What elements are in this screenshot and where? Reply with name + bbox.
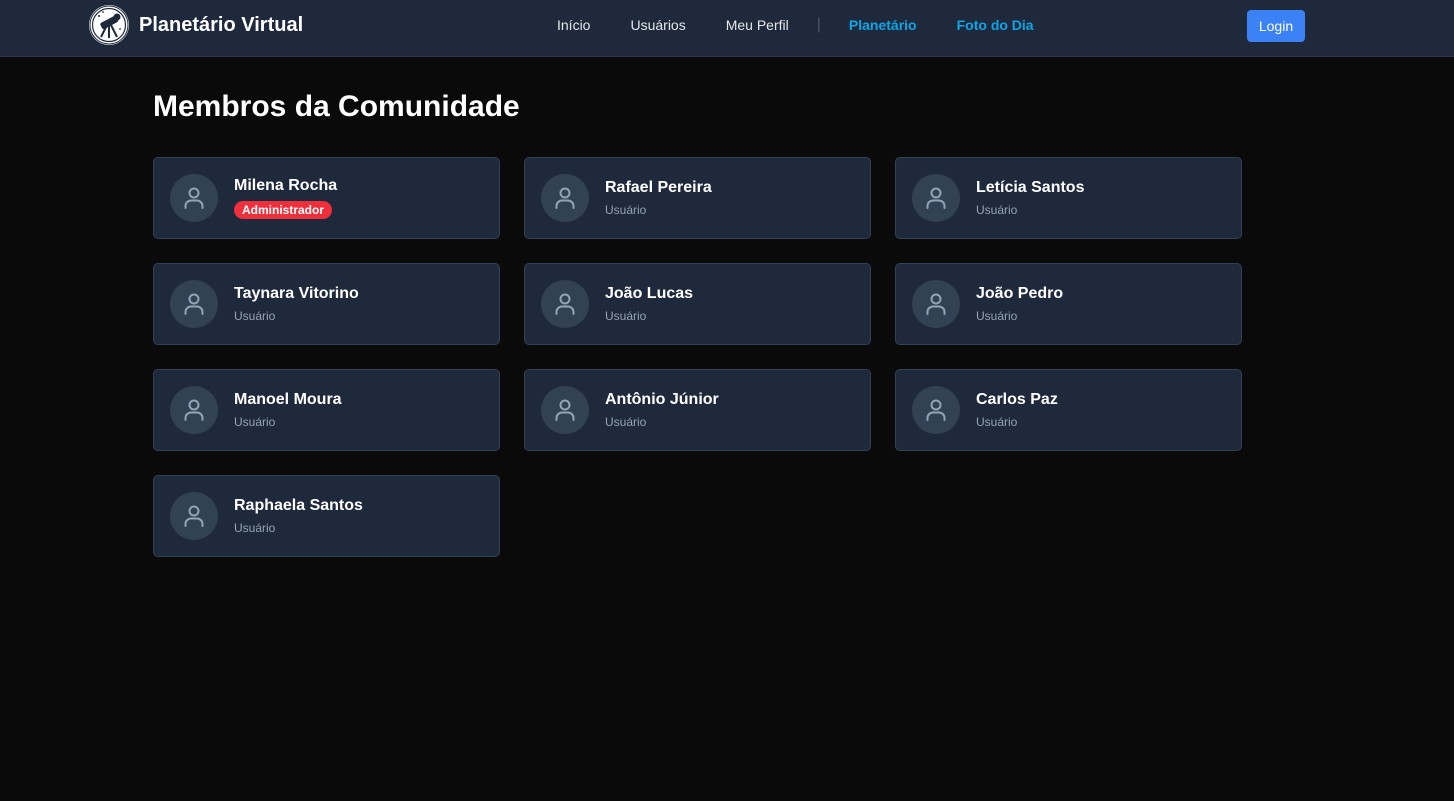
user-icon bbox=[541, 386, 589, 434]
brand-name: Planetário Virtual bbox=[139, 13, 304, 36]
member-name: Raphaela Santos bbox=[234, 497, 363, 514]
login-button[interactable]: Login bbox=[1247, 10, 1305, 42]
member-name: Milena Rocha bbox=[234, 177, 338, 194]
user-icon bbox=[912, 174, 960, 222]
member-card[interactable]: Rafael Pereira Usuário bbox=[524, 157, 871, 239]
member-name: Antônio Júnior bbox=[605, 391, 719, 408]
nav-link-inicio[interactable]: Início bbox=[537, 17, 610, 33]
user-icon bbox=[170, 492, 218, 540]
member-role: Usuário bbox=[234, 415, 276, 429]
nav-link-meu-perfil[interactable]: Meu Perfil bbox=[706, 17, 809, 33]
user-icon bbox=[170, 386, 218, 434]
member-info: Letícia Santos Usuário bbox=[976, 179, 1084, 217]
member-info: João Lucas Usuário bbox=[605, 285, 693, 323]
member-name: João Lucas bbox=[605, 285, 694, 302]
member-name: Manoel Moura bbox=[234, 391, 342, 408]
member-info: Milena Rocha Administrador bbox=[234, 177, 337, 219]
user-icon bbox=[170, 280, 218, 328]
member-role: Usuário bbox=[234, 309, 276, 323]
member-card[interactable]: Manoel Moura Usuário bbox=[153, 369, 500, 451]
member-info: Manoel Moura Usuário bbox=[234, 391, 342, 429]
member-card[interactable]: Milena Rocha Administrador bbox=[153, 157, 500, 239]
user-icon bbox=[170, 174, 218, 222]
user-icon bbox=[912, 280, 960, 328]
nav-link-foto-do-dia[interactable]: Foto do Dia bbox=[937, 17, 1054, 33]
member-info: João Pedro Usuário bbox=[976, 285, 1063, 323]
member-info: Taynara Vitorino Usuário bbox=[234, 285, 359, 323]
member-card[interactable]: Antônio Júnior Usuário bbox=[524, 369, 871, 451]
member-info: Carlos Paz Usuário bbox=[976, 391, 1058, 429]
member-card[interactable]: Carlos Paz Usuário bbox=[895, 369, 1242, 451]
member-card[interactable]: João Pedro Usuário bbox=[895, 263, 1242, 345]
user-icon bbox=[541, 280, 589, 328]
member-role: Usuário bbox=[605, 415, 647, 429]
member-name: Carlos Paz bbox=[976, 391, 1058, 408]
member-card[interactable]: Taynara Vitorino Usuário bbox=[153, 263, 500, 345]
member-info: Rafael Pereira Usuário bbox=[605, 179, 712, 217]
nav-link-usuarios[interactable]: Usuários bbox=[610, 17, 705, 33]
user-icon bbox=[912, 386, 960, 434]
member-name: Rafael Pereira bbox=[605, 179, 712, 196]
member-card[interactable]: João Lucas Usuário bbox=[524, 263, 871, 345]
navbar: Planetário Virtual Início Usuários Meu P… bbox=[0, 0, 1454, 57]
member-card[interactable]: Letícia Santos Usuário bbox=[895, 157, 1242, 239]
member-info: Antônio Júnior Usuário bbox=[605, 391, 719, 429]
member-role: Usuário bbox=[976, 309, 1018, 323]
member-role: Usuário bbox=[976, 203, 1018, 217]
members-grid: Milena Rocha Administrador Rafael Pereir… bbox=[153, 157, 1242, 557]
member-name: Taynara Vitorino bbox=[234, 285, 359, 302]
nav-links: Início Usuários Meu Perfil | Planetário … bbox=[537, 0, 1054, 50]
member-role: Usuário bbox=[234, 521, 276, 535]
page-title: Membros da Comunidade bbox=[153, 90, 520, 123]
member-name: Letícia Santos bbox=[976, 179, 1085, 196]
nav-link-planetario[interactable]: Planetário bbox=[829, 17, 937, 33]
brand-home-link[interactable]: Planetário Virtual bbox=[89, 5, 303, 45]
member-name: João Pedro bbox=[976, 285, 1064, 302]
member-card[interactable]: Raphaela Santos Usuário bbox=[153, 475, 500, 557]
member-info: Raphaela Santos Usuário bbox=[234, 497, 363, 535]
telescope-icon bbox=[89, 5, 129, 45]
user-icon bbox=[541, 174, 589, 222]
member-role: Usuário bbox=[605, 309, 647, 323]
member-role: Usuário bbox=[976, 415, 1018, 429]
admin-badge: Administrador bbox=[234, 201, 333, 219]
nav-separator: | bbox=[816, 16, 821, 33]
member-role: Usuário bbox=[605, 203, 647, 217]
